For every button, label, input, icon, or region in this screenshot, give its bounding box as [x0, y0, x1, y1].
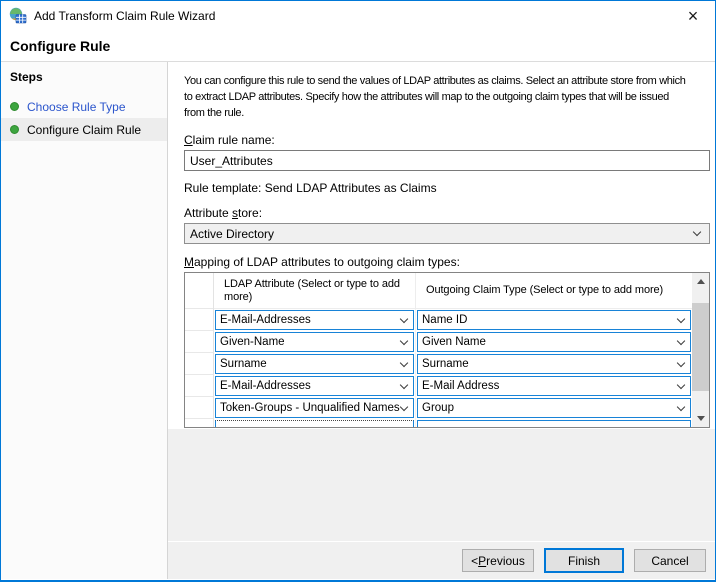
table-vertical-scrollbar[interactable]	[692, 273, 709, 427]
chevron-down-icon	[677, 358, 685, 366]
mapping-grid-body: LDAP Attribute (Select or type to add mo…	[214, 273, 692, 427]
ldap-attribute-select[interactable]: Given-Name	[215, 332, 414, 352]
ldap-attribute-column-header: LDAP Attribute (Select or type to add mo…	[214, 273, 416, 308]
ldap-attribute-select[interactable]: Surname	[215, 354, 414, 374]
step-label: Configure Claim Rule	[27, 123, 141, 137]
attribute-store-select[interactable]: Active Directory	[184, 223, 710, 244]
window-title: Add Transform Claim Rule Wizard	[34, 9, 679, 23]
mapping-grid-header: LDAP Attribute (Select or type to add mo…	[214, 273, 692, 309]
mapping-label: Mapping of LDAP attributes to outgoing c…	[184, 255, 710, 269]
ldap-attribute-select[interactable]: E-Mail-Addresses	[215, 376, 414, 396]
previous-button[interactable]: < Previous	[462, 549, 534, 572]
chevron-down-icon	[400, 402, 408, 410]
outgoing-claim-type-select[interactable]: Given Name	[417, 332, 691, 352]
row-selector[interactable]	[185, 353, 213, 375]
row-selector[interactable]	[185, 375, 213, 397]
dialog-background-filler	[168, 429, 715, 541]
mapping-table: LDAP Attribute (Select or type to add mo…	[184, 272, 710, 428]
sidebar-item-choose-rule-type[interactable]: Choose Rule Type	[1, 95, 167, 118]
outgoing-claim-type-select[interactable]: Group	[417, 398, 691, 418]
chevron-down-icon	[693, 228, 701, 236]
mapping-row: E-Mail-Addresses Name ID	[214, 309, 692, 331]
row-selector[interactable]	[185, 331, 213, 353]
outgoing-claim-type-select[interactable]: E-Mail Address	[417, 376, 691, 396]
step-complete-dot-icon	[10, 102, 19, 111]
claim-rule-wizard-icon	[9, 7, 27, 25]
mapping-row: E-Mail-Addresses E-Mail Address	[214, 375, 692, 397]
attribute-store-value: Active Directory	[190, 227, 274, 241]
outgoing-claim-type-select[interactable]: Name ID	[417, 310, 691, 330]
outgoing-claim-type-select[interactable]	[417, 420, 691, 427]
rule-template-text: Rule template: Send LDAP Attributes as C…	[184, 181, 710, 195]
chevron-down-icon	[677, 314, 685, 322]
finish-button[interactable]: Finish	[544, 548, 624, 573]
scroll-down-arrow-icon[interactable]	[692, 410, 709, 427]
chevron-down-icon	[400, 380, 408, 388]
mapping-row-partial	[214, 419, 692, 427]
chevron-down-icon	[400, 358, 408, 366]
outgoing-claim-type-column-header: Outgoing Claim Type (Select or type to a…	[416, 273, 692, 308]
row-selector-column	[185, 273, 214, 427]
claim-rule-name-input[interactable]	[184, 150, 710, 171]
description-line: from the rule.	[184, 105, 710, 121]
page-description: You can configure this rule to send the …	[184, 73, 710, 121]
chevron-down-icon	[677, 402, 685, 410]
main-panel: You can configure this rule to send the …	[168, 62, 715, 579]
scrollbar-thumb[interactable]	[692, 303, 709, 391]
attribute-store-label: Attribute store:	[184, 206, 710, 220]
steps-heading: Steps	[1, 70, 167, 85]
close-icon[interactable]: ×	[679, 2, 707, 30]
row-selector[interactable]	[185, 309, 213, 331]
page-header: Configure Rule	[1, 31, 715, 62]
mapping-row: Token-Groups - Unqualified Names Group	[214, 397, 692, 419]
steps-sidebar: Steps Choose Rule Type Configure Claim R…	[1, 62, 168, 579]
title-bar[interactable]: Add Transform Claim Rule Wizard ×	[1, 1, 715, 31]
step-label: Choose Rule Type	[27, 100, 126, 114]
mapping-row: Surname Surname	[214, 353, 692, 375]
button-bar: < Previous Finish Cancel	[168, 541, 715, 579]
sidebar-item-configure-claim-rule[interactable]: Configure Claim Rule	[1, 118, 167, 141]
claim-rule-name-label: Claim rule name:	[184, 133, 710, 147]
description-line: to extract LDAP attributes. Specify how …	[184, 89, 710, 105]
mapping-row: Given-Name Given Name	[214, 331, 692, 353]
chevron-down-icon	[400, 314, 408, 322]
step-complete-dot-icon	[10, 125, 19, 134]
chevron-down-icon	[677, 336, 685, 344]
ldap-attribute-select[interactable]: Token-Groups - Unqualified Names	[215, 398, 414, 418]
row-selector-header	[185, 273, 213, 309]
chevron-down-icon	[400, 336, 408, 344]
ldap-attribute-select[interactable]	[215, 420, 414, 427]
page-title: Configure Rule	[10, 38, 110, 54]
outgoing-claim-type-select[interactable]: Surname	[417, 354, 691, 374]
chevron-down-icon	[677, 380, 685, 388]
ldap-attribute-select[interactable]: E-Mail-Addresses	[215, 310, 414, 330]
description-line: You can configure this rule to send the …	[184, 73, 710, 89]
scroll-up-arrow-icon[interactable]	[692, 273, 709, 290]
cancel-button[interactable]: Cancel	[634, 549, 706, 572]
wizard-page: You can configure this rule to send the …	[168, 62, 715, 429]
row-selector[interactable]	[185, 397, 213, 419]
wizard-window: Add Transform Claim Rule Wizard × Config…	[0, 0, 716, 582]
